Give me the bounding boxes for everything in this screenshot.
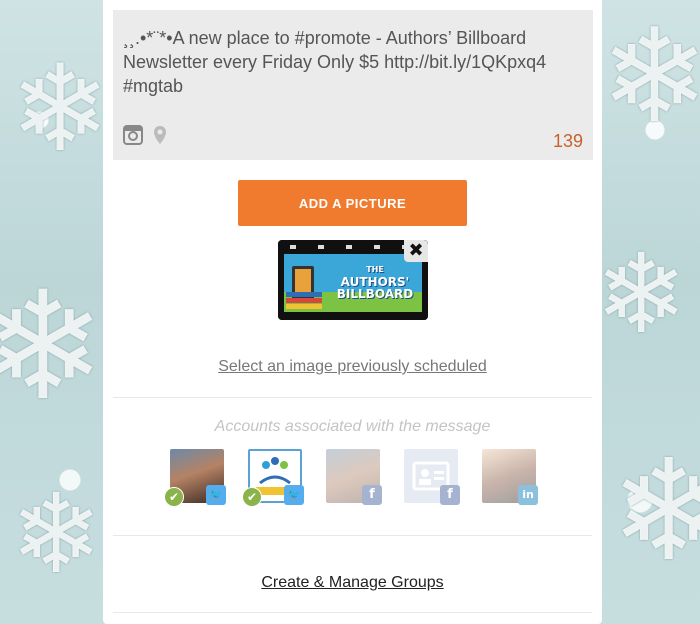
account-facebook-1[interactable]: f — [326, 449, 382, 505]
snowflake-decoration: ❄ — [595, 230, 688, 358]
composer-toolbar — [123, 125, 167, 150]
logo-text: THE AUTHORS' BILLBOARD — [330, 264, 420, 300]
divider — [113, 535, 592, 536]
create-manage-groups-link[interactable]: Create & Manage Groups — [103, 574, 602, 592]
selected-check-icon: ✔ — [242, 487, 262, 507]
select-previous-image-link[interactable]: Select an image previously scheduled — [103, 358, 602, 376]
account-twitter-1[interactable]: 🐦 ✔ — [164, 449, 226, 507]
attached-image-thumbnail: THE AUTHORS' BILLBOARD ✖ — [278, 240, 428, 320]
twitter-icon: 🐦 — [206, 485, 226, 505]
add-picture-button[interactable]: ADD A PICTURE — [238, 180, 467, 226]
twitter-icon: 🐦 — [284, 485, 304, 505]
snowflake-decoration: ❄ — [610, 430, 700, 593]
character-count: 139 — [552, 131, 583, 151]
divider — [113, 612, 592, 613]
linkedin-icon: in — [518, 485, 538, 505]
divider — [113, 397, 592, 398]
snowflake-decoration: ❄ — [10, 470, 103, 598]
snowflake-decoration: ❄ — [10, 40, 111, 179]
snowflake-decoration: ❄ — [0, 260, 106, 434]
message-text[interactable]: ¸¸.•*¨*•A new place to #promote - Author… — [123, 26, 578, 98]
logo-text-line: BILLBOARD — [336, 287, 414, 301]
account-twitter-2[interactable]: 🐦 ✔ — [242, 449, 304, 507]
remove-image-close-icon[interactable]: ✖ — [404, 240, 428, 262]
message-composer[interactable]: ¸¸.•*¨*•A new place to #promote - Author… — [113, 10, 593, 160]
accounts-title: Accounts associated with the message — [214, 418, 491, 435]
account-facebook-page[interactable]: f — [404, 449, 460, 505]
accounts-list: 🐦 ✔ 🐦 ✔ f f in — [164, 449, 538, 507]
instagram-icon[interactable] — [123, 125, 143, 150]
selected-check-icon: ✔ — [164, 487, 184, 507]
snowflake-decoration: ❄ — [600, 0, 700, 152]
facebook-icon: f — [440, 485, 460, 505]
facebook-icon: f — [362, 485, 382, 505]
location-pin-icon[interactable] — [153, 125, 167, 150]
compose-panel: ¸¸.•*¨*•A new place to #promote - Author… — [103, 0, 602, 624]
account-linkedin[interactable]: in — [482, 449, 538, 505]
